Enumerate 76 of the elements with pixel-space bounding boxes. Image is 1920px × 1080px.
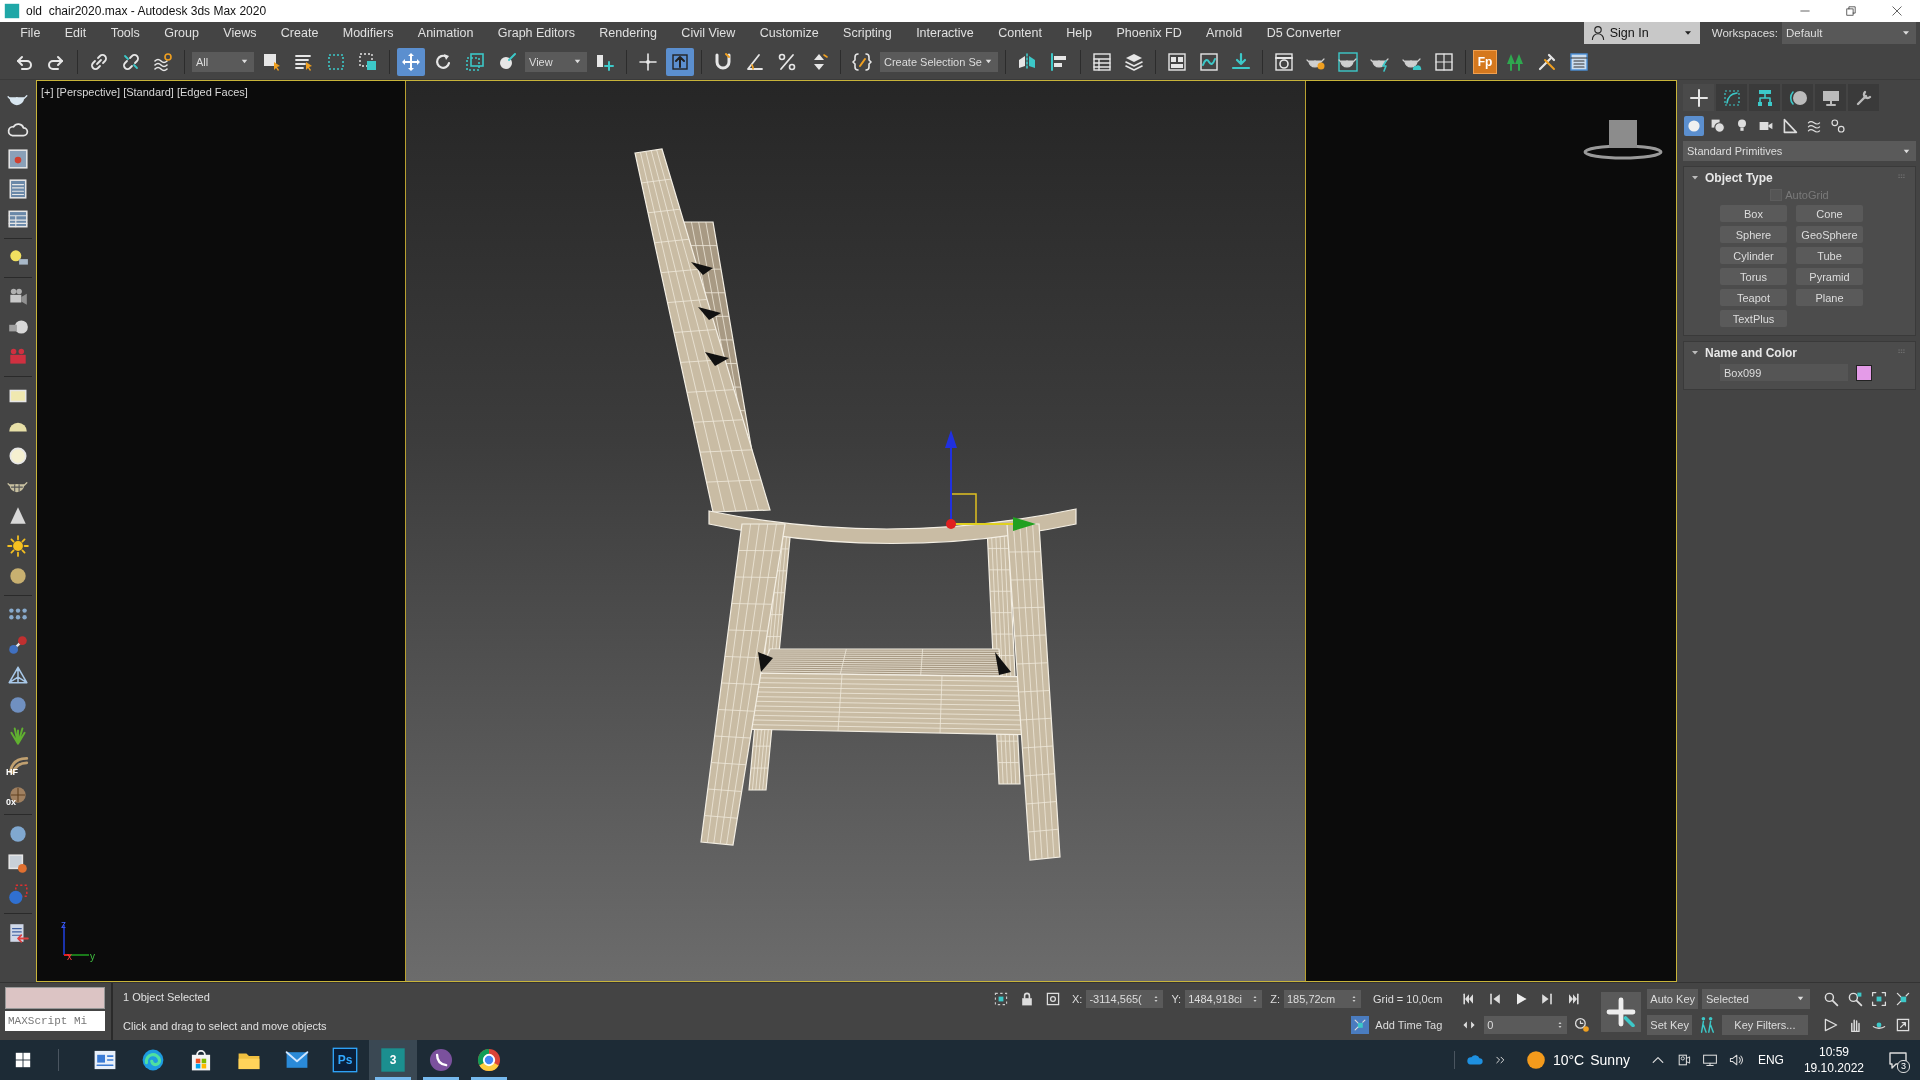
primitive-button[interactable]: Plane <box>1796 289 1863 306</box>
menu-item[interactable]: Edit <box>52 26 99 40</box>
window-title: old chair2020.max - Autodesk 3ds Max 2020 <box>26 4 267 18</box>
weather-button[interactable]: 10°C Sunny <box>1514 1040 1644 1080</box>
menu-item[interactable]: Views <box>211 26 269 40</box>
axis-label: x <box>67 951 72 962</box>
frame-field[interactable]: 0 <box>1484 1015 1568 1034</box>
app-button[interactable]: Ps <box>321 1040 369 1080</box>
app-button[interactable]: 3 <box>369 1040 417 1080</box>
clock-time[interactable]: 10:59 <box>1818 1044 1849 1060</box>
menu-item[interactable]: Animation <box>405 26 486 40</box>
axis-label: Y: <box>1171 992 1182 1005</box>
language-button[interactable]: ENG <box>1749 1040 1792 1080</box>
primitive-button[interactable]: Sphere <box>1720 226 1787 243</box>
primitive-button[interactable]: Cylinder <box>1720 247 1787 264</box>
menu-item[interactable]: Group <box>152 26 212 40</box>
category-dropdown[interactable]: Standard Primitives <box>1683 141 1916 161</box>
selection-status: 1 Object Selected <box>123 991 211 1004</box>
temperature: 10°C <box>1552 1052 1585 1068</box>
toolbar-dropdown[interactable]: Create Selection Se <box>880 51 998 72</box>
viewport-label[interactable]: [Perspective] <box>56 86 121 98</box>
object-name-field[interactable]: Box099 <box>1720 364 1848 381</box>
coordinate-field[interactable]: 185,72cm <box>1283 989 1361 1008</box>
set-key-text-button[interactable]: Set Key <box>1647 1014 1692 1035</box>
menu-item[interactable]: Content <box>986 26 1055 40</box>
menu-item[interactable]: Scripting <box>830 26 904 40</box>
primitive-button[interactable]: Teapot <box>1720 289 1787 306</box>
rollout-title[interactable]: Name and Color <box>1705 346 1892 360</box>
notification-count: 3 <box>1897 1060 1910 1073</box>
coordinate-field[interactable]: 1484,918ci <box>1185 989 1263 1008</box>
workspaces-label: Workspaces: <box>1711 27 1778 39</box>
add-time-tag-button[interactable]: Add Time Tag <box>1351 1015 1443 1034</box>
primitive-button[interactable]: GeoSphere <box>1796 226 1863 243</box>
viewport-label[interactable]: [Standard] <box>123 86 174 98</box>
menu-item[interactable]: File <box>8 26 53 40</box>
grid-size: Grid = 10,0cm <box>1372 992 1443 1005</box>
primitive-button[interactable]: Tube <box>1796 247 1863 264</box>
viewport-label[interactable]: [+] <box>41 86 54 98</box>
menu-item[interactable]: Phoenix FD <box>1104 26 1194 40</box>
primitive-button[interactable]: Cone <box>1796 205 1863 222</box>
key-mode-dropdown[interactable]: Selected <box>1702 988 1810 1009</box>
toolbar-dropdown[interactable]: All <box>192 51 254 72</box>
toolbar-dropdown[interactable]: View <box>525 51 587 72</box>
clock-date[interactable]: 19.10.2022 <box>1803 1060 1864 1076</box>
menu-item[interactable]: Modifiers <box>330 26 406 40</box>
workspace-dropdown[interactable]: Default <box>1782 22 1916 44</box>
menu-item[interactable]: Customize <box>747 26 831 40</box>
prompt-text: Click and drag to select and move objects <box>123 1019 328 1032</box>
axis-label: y <box>90 951 95 962</box>
rollout-title[interactable]: Object Type <box>1705 171 1892 185</box>
primitive-button[interactable]: TextPlus <box>1720 310 1787 327</box>
menu-item[interactable]: Help <box>1054 26 1105 40</box>
menu-item[interactable]: Tools <box>98 26 152 40</box>
viewport-label[interactable]: [Edged Faces] <box>176 86 248 98</box>
hair-button[interactable]: HF <box>3 750 33 780</box>
notifications-button[interactable]: 3 <box>1876 1040 1920 1080</box>
sign-in-dropdown[interactable]: Sign In <box>1583 22 1700 44</box>
menu-item[interactable]: Interactive <box>903 26 986 40</box>
primitive-button[interactable]: Box <box>1720 205 1787 222</box>
coordinate-field[interactable]: -3114,565( <box>1086 989 1164 1008</box>
menu-item[interactable]: Create <box>268 26 331 40</box>
weather-condition: Sunny <box>1590 1052 1630 1068</box>
menu-item[interactable]: Rendering <box>587 26 670 40</box>
shell-button[interactable]: 0x <box>3 780 33 810</box>
axis-label: X: <box>1072 992 1083 1005</box>
axis-label: Z: <box>1270 992 1280 1005</box>
auto-key-button[interactable]: Auto Key <box>1647 988 1698 1009</box>
menu-item[interactable]: Arnold <box>1193 26 1255 40</box>
primitive-button[interactable]: Pyramid <box>1796 268 1863 285</box>
key-filters-button[interactable]: Key Filters... <box>1721 1014 1808 1035</box>
menu-item[interactable]: D5 Converter <box>1254 26 1354 40</box>
axis-label: z <box>61 919 66 930</box>
primitive-button[interactable]: Torus <box>1720 268 1787 285</box>
menu-item[interactable]: Civil View <box>669 26 748 40</box>
listener-input-field[interactable]: MAXScript Mi <box>5 1011 105 1031</box>
menu-item[interactable]: Graph Editors <box>485 26 588 40</box>
